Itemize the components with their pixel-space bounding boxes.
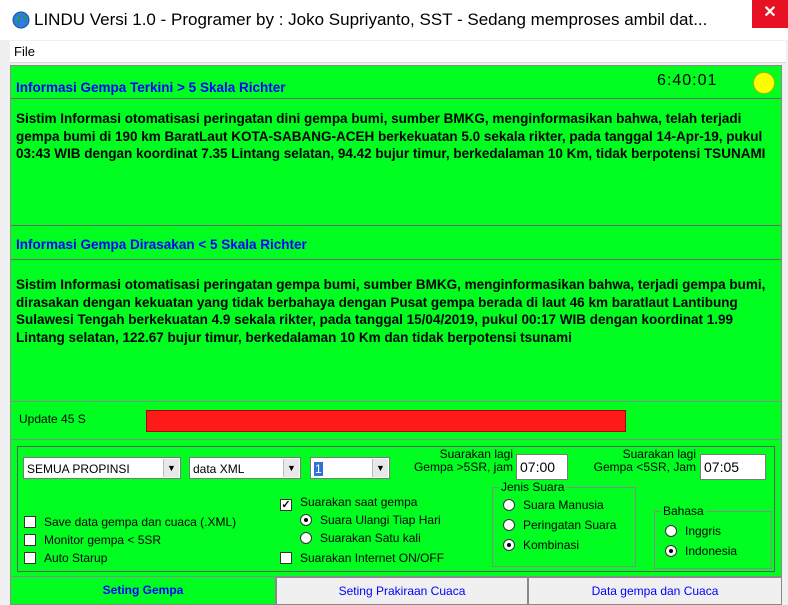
data-source-value: data XML bbox=[193, 462, 245, 476]
felt-quake-header: Informasi Gempa Dirasakan < 5 Skala Rich… bbox=[11, 225, 781, 260]
radio-selected-icon[interactable] bbox=[665, 545, 677, 557]
auto-startup-checkbox[interactable]: Auto Starup bbox=[24, 551, 107, 565]
radio-icon[interactable] bbox=[503, 519, 515, 531]
app-window: LINDU Versi 1.0 - Programer by : Joko Su… bbox=[0, 0, 788, 605]
globe-icon bbox=[12, 11, 30, 29]
tab-data[interactable]: Data gempa dan Cuaca bbox=[528, 577, 782, 605]
title-bar: LINDU Versi 1.0 - Programer by : Joko Su… bbox=[0, 0, 788, 40]
update-progress-bar bbox=[146, 410, 626, 432]
settings-area: SEMUA PROPINSI ▼ data XML ▼ 1 ▼ Suarakan… bbox=[10, 440, 782, 577]
update-row: Update 45 S bbox=[10, 402, 782, 440]
chevron-down-icon: ▼ bbox=[372, 459, 388, 477]
speak-on-quake-checkbox[interactable]: ✓ Suarakan saat gempa bbox=[280, 495, 417, 511]
checkbox-box[interactable] bbox=[24, 552, 36, 564]
tab-bar: Seting Gempa Seting Prakiraan Cuaca Data… bbox=[10, 577, 782, 605]
settings-panel: SEMUA PROPINSI ▼ data XML ▼ 1 ▼ Suarakan… bbox=[17, 446, 775, 572]
checkbox-box[interactable] bbox=[24, 534, 36, 546]
menu-bar: File bbox=[10, 41, 786, 63]
tab-weather-settings[interactable]: Seting Prakiraan Cuaca bbox=[276, 577, 528, 605]
felt-quake-title: Informasi Gempa Dirasakan < 5 Skala Rich… bbox=[16, 237, 307, 252]
data-source-select[interactable]: data XML ▼ bbox=[189, 457, 301, 479]
update-progress-fill bbox=[146, 410, 626, 432]
radio-selected-icon[interactable] bbox=[300, 514, 312, 526]
voice-alarm-radio[interactable]: Peringatan Suara bbox=[503, 518, 616, 532]
repeat-lt5-label: Suarakan lagi Gempa <5SR, Jam bbox=[593, 447, 696, 474]
language-group: Bahasa Inggris Indonesia bbox=[654, 504, 772, 569]
check-icon[interactable]: ✓ bbox=[280, 499, 292, 511]
lang-english-radio[interactable]: Inggris bbox=[665, 524, 721, 538]
high-quake-message: Sistim Informasi otomatisasi peringatan … bbox=[16, 111, 766, 161]
speak-once-radio[interactable]: Suarakan Satu kali bbox=[300, 531, 421, 545]
voice-combo-radio[interactable]: Kombinasi bbox=[503, 538, 579, 552]
voice-human-radio[interactable]: Suara Manusia bbox=[503, 498, 604, 512]
radio-icon[interactable] bbox=[503, 499, 515, 511]
repeat-gt5-label: Suarakan lagi Gempa >5SR, jam bbox=[413, 447, 513, 474]
province-select[interactable]: SEMUA PROPINSI ▼ bbox=[23, 457, 181, 479]
high-quake-title: Informasi Gempa Terkini > 5 Skala Richte… bbox=[16, 80, 286, 95]
repeat-gt5-time-input[interactable]: 07:00 bbox=[516, 454, 568, 480]
radio-icon[interactable] bbox=[300, 532, 312, 544]
save-data-checkbox[interactable]: Save data gempa dan cuaca (.XML) bbox=[24, 515, 236, 529]
radio-selected-icon[interactable] bbox=[503, 539, 515, 551]
radio-icon[interactable] bbox=[665, 525, 677, 537]
tab-earthquake-settings[interactable]: Seting Gempa bbox=[10, 577, 276, 605]
checkbox-box[interactable] bbox=[280, 552, 292, 564]
status-indicator-icon bbox=[753, 72, 775, 94]
chevron-down-icon: ▼ bbox=[283, 459, 299, 477]
update-label: Update 45 S bbox=[19, 412, 86, 426]
info-panel: Informasi Gempa Terkini > 5 Skala Richte… bbox=[10, 65, 782, 402]
high-quake-header: Informasi Gempa Terkini > 5 Skala Richte… bbox=[11, 66, 781, 99]
checkbox-box[interactable] bbox=[24, 516, 36, 528]
felt-quake-message: Sistim Informasi otomatisasi peringatan … bbox=[16, 277, 766, 345]
repeat-daily-radio[interactable]: Suara Ulangi Tiap Hari bbox=[300, 513, 441, 527]
province-select-value: SEMUA PROPINSI bbox=[27, 462, 130, 476]
repeat-lt5-time-input[interactable]: 07:05 bbox=[700, 454, 766, 480]
language-title: Bahasa bbox=[661, 504, 706, 518]
monitor-checkbox[interactable]: Monitor gempa < 5SR bbox=[24, 533, 161, 547]
lang-indonesia-radio[interactable]: Indonesia bbox=[665, 544, 737, 558]
speak-internet-checkbox[interactable]: Suarakan Internet ON/OFF bbox=[280, 551, 444, 565]
window-title: LINDU Versi 1.0 - Programer by : Joko Su… bbox=[34, 10, 708, 29]
voice-type-group: Jenis Suara Suara Manusia Peringatan Sua… bbox=[492, 480, 636, 567]
clock: 6:40:01 bbox=[657, 72, 718, 89]
number-select[interactable]: 1 ▼ bbox=[310, 457, 390, 479]
chevron-down-icon: ▼ bbox=[163, 459, 179, 477]
close-button[interactable]: ✕ bbox=[752, 0, 788, 28]
number-select-value: 1 bbox=[314, 462, 323, 476]
voice-type-title: Jenis Suara bbox=[499, 480, 567, 494]
menu-file[interactable]: File bbox=[14, 44, 35, 59]
